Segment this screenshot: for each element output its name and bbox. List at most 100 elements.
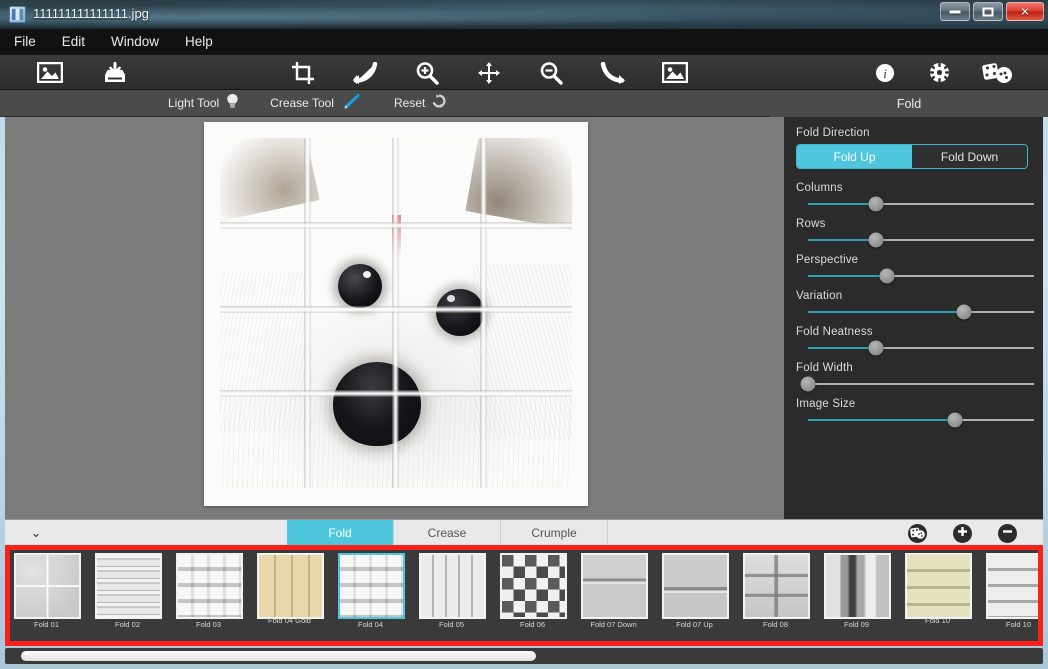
preset-label: Fold 09 — [816, 620, 897, 629]
preset-strip[interactable]: Fold 01 Fold 02 Fold 03 Fold 04 Gold Fol… — [6, 550, 1043, 641]
slider-rows-handle[interactable] — [868, 233, 883, 248]
preset-item[interactable]: Fold 01 — [6, 550, 87, 641]
fold-down-option[interactable]: Fold Down — [912, 145, 1027, 168]
slider-fold-neatness-handle[interactable] — [868, 341, 883, 356]
preset-item[interactable]: Fold 09 — [816, 550, 897, 641]
preset-label: Fold 05 — [411, 620, 492, 629]
preset-label: Fold 08 — [735, 620, 816, 629]
fold-up-option[interactable]: Fold Up — [797, 145, 912, 168]
preset-thumbnail[interactable] — [986, 553, 1043, 619]
preset-strip-scrollbar[interactable] — [5, 648, 1043, 664]
effect-settings-panel: Fold Direction Fold Up Fold Down Columns… — [784, 117, 1043, 519]
lightbulb-icon — [226, 93, 239, 114]
preset-item[interactable]: Fold 10 — [978, 550, 1043, 641]
preset-label: Fold 07 Up — [654, 620, 735, 629]
preset-thumbnail[interactable] — [743, 553, 810, 619]
zoom-out-icon — [539, 61, 563, 85]
preset-item[interactable]: Fold 02 — [87, 550, 168, 641]
preset-thumbnail[interactable] — [500, 553, 567, 619]
slider-perspective-handle[interactable] — [880, 269, 895, 284]
slider-image-size-track[interactable] — [808, 419, 1034, 421]
preview-image[interactable] — [220, 138, 572, 488]
preset-item[interactable]: Fold 04 Gold — [249, 550, 330, 641]
info-button[interactable]: i — [863, 55, 907, 90]
tab-crease[interactable]: Crease — [394, 520, 501, 546]
slider-perspective-fill — [808, 275, 887, 277]
image-canvas[interactable] — [5, 117, 784, 519]
crease-tool-button[interactable]: Crease Tool — [270, 92, 361, 115]
slider-fold-width-handle[interactable] — [801, 377, 816, 392]
preset-item-selected[interactable]: Fold 04 — [330, 550, 411, 641]
preset-thumbnail[interactable] — [338, 553, 405, 619]
reset-button[interactable]: Reset — [394, 94, 446, 113]
open-image-icon — [37, 62, 63, 83]
preset-thumbnail[interactable] — [581, 553, 648, 619]
title-bar: 111111111111111.jpg ✕ — [0, 0, 1048, 29]
slider-image-size-label: Image Size — [796, 398, 1031, 410]
refresh-icon — [432, 94, 446, 113]
preset-thumbnail[interactable] — [905, 553, 972, 619]
window-controls: ✕ — [940, 2, 1044, 21]
preset-thumbnail[interactable] — [257, 553, 324, 619]
maximize-button[interactable] — [973, 2, 1003, 21]
settings-button[interactable] — [917, 55, 961, 90]
minimize-button[interactable] — [940, 2, 970, 21]
save-image-button[interactable] — [93, 55, 137, 90]
preset-thumbnail[interactable] — [662, 553, 729, 619]
tab-fold[interactable]: Fold — [287, 520, 394, 546]
zoom-in-button[interactable] — [405, 55, 449, 90]
open-image-button[interactable] — [28, 55, 72, 90]
slider-rows-track[interactable] — [808, 239, 1034, 241]
slider-perspective-label: Perspective — [796, 254, 1031, 266]
preset-thumbnail[interactable] — [824, 553, 891, 619]
preset-item[interactable]: Fold 06 — [492, 550, 573, 641]
preset-item[interactable]: Fold 07 Up — [654, 550, 735, 641]
preset-item[interactable]: Fold 08 — [735, 550, 816, 641]
preset-thumbnail[interactable] — [419, 553, 486, 619]
slider-variation-handle[interactable] — [956, 305, 971, 320]
fold-direction-toggle[interactable]: Fold Up Fold Down — [796, 144, 1028, 169]
slider-fold-neatness: Fold Neatness — [796, 326, 1031, 349]
slider-variation-track[interactable] — [808, 311, 1034, 313]
slider-columns-track[interactable] — [808, 203, 1034, 205]
preset-tabs: Fold Crease Crumple — [287, 520, 608, 546]
menu-item-help[interactable]: Help — [185, 32, 227, 52]
undo-button[interactable] — [343, 55, 387, 90]
collapse-panel-chevron-icon[interactable]: ⌄ — [23, 520, 49, 546]
slider-columns: Columns — [796, 182, 1031, 205]
fit-image-button[interactable] — [653, 55, 697, 90]
preset-thumbnail[interactable] — [95, 553, 162, 619]
slider-fold-width-track[interactable] — [808, 383, 1034, 385]
randomize-preset-button[interactable] — [908, 524, 927, 543]
effect-title-bar: Fold — [770, 90, 1048, 117]
info-icon: i — [875, 63, 895, 83]
menu-item-window[interactable]: Window — [111, 32, 173, 52]
slider-image-size-handle[interactable] — [947, 413, 962, 428]
add-preset-button[interactable] — [953, 524, 972, 543]
menu-item-edit[interactable]: Edit — [62, 32, 99, 52]
tab-crumple[interactable]: Crumple — [501, 520, 608, 546]
crop-button[interactable] — [281, 55, 325, 90]
slider-fold-neatness-track[interactable] — [808, 347, 1034, 349]
preset-item[interactable]: Fold 10 — [897, 550, 978, 641]
pan-move-button[interactable] — [467, 55, 511, 90]
slider-perspective-track[interactable] — [808, 275, 1034, 277]
preset-item[interactable]: Fold 03 — [168, 550, 249, 641]
slider-variation: Variation — [796, 290, 1031, 313]
preset-item[interactable]: Fold 05 — [411, 550, 492, 641]
slider-fold-width-label: Fold Width — [796, 362, 1031, 374]
preset-thumbnail[interactable] — [14, 553, 81, 619]
menu-item-file[interactable]: File — [14, 32, 50, 52]
preset-label: Fold 06 — [492, 620, 573, 629]
remove-preset-button[interactable] — [998, 524, 1017, 543]
preset-thumbnail[interactable] — [176, 553, 243, 619]
preset-item[interactable]: Fold 07 Down — [573, 550, 654, 641]
redo-button[interactable] — [591, 55, 635, 90]
slider-columns-handle[interactable] — [868, 197, 883, 212]
scrollbar-thumb[interactable] — [21, 651, 536, 661]
close-button[interactable]: ✕ — [1006, 2, 1044, 21]
light-tool-label: Light Tool — [168, 96, 219, 110]
zoom-out-button[interactable] — [529, 55, 573, 90]
randomize-button-toolbar[interactable] — [975, 55, 1019, 90]
light-tool-button[interactable]: Light Tool — [168, 93, 239, 114]
